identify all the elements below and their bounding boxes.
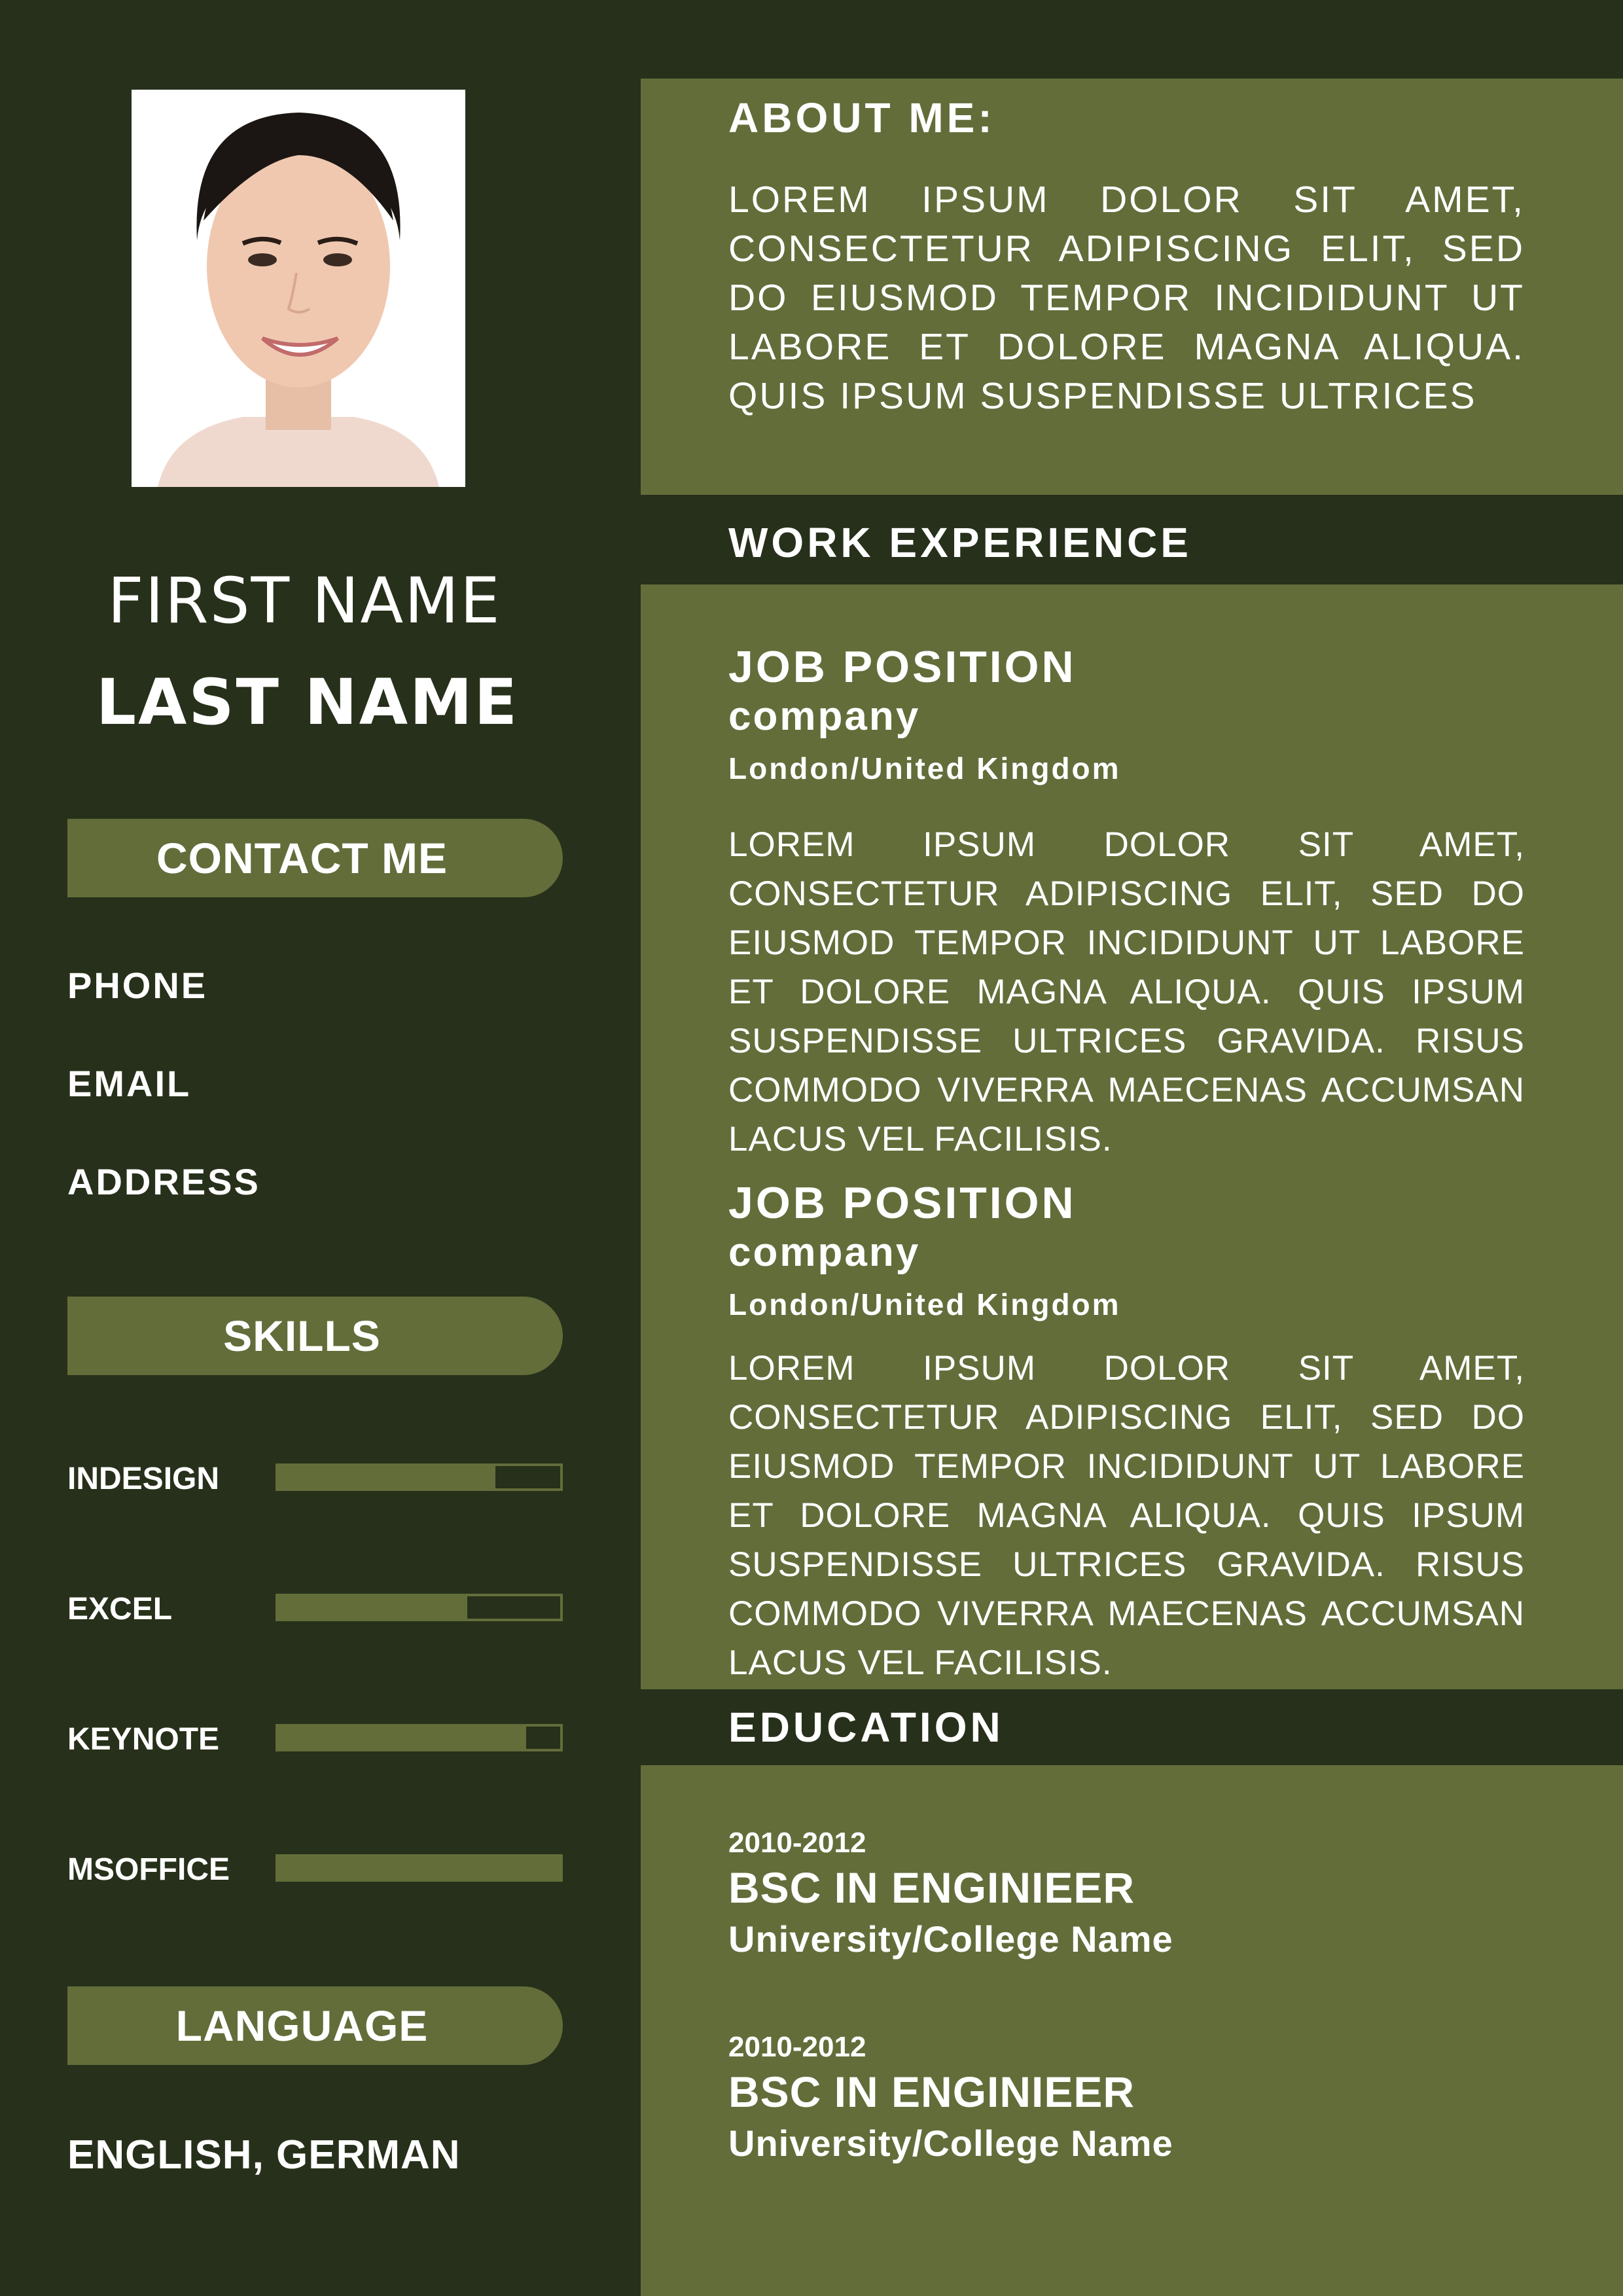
skills-section-header: SKILLS [67,1297,563,1375]
skills-heading: SKILLS [223,1312,381,1360]
job-title: JOB POSITION [728,1178,1077,1228]
skill-fill [278,1596,467,1619]
skill-fill [278,1727,527,1749]
job-description: LOREM IPSUM DOLOR SIT AMET, CONSECTETUR … [728,1349,1525,1682]
skill-fill [278,1466,495,1488]
job-title: JOB POSITION [728,642,1077,692]
education-years: 2010-2012 [728,2031,866,2063]
last-name: LAST NAME [96,666,520,739]
education-school: University/College Name [728,2123,1173,2164]
work-experience-heading: WORK EXPERIENCE [728,519,1192,566]
contact-email: EMAIL [67,1063,192,1104]
job-company: company [728,694,921,739]
languages-list: ENGLISH, GERMAN [67,2132,461,2178]
job-company: company [728,1230,921,1275]
job-location: London/United Kingdom [728,751,1121,785]
job-description: LOREM IPSUM DOLOR SIT AMET, CONSECTETUR … [728,825,1525,1158]
skill-bar-excel [276,1594,563,1621]
skill-label-msoffice: MSOFFICE [67,1852,230,1887]
skill-fill [278,1857,560,1879]
education-heading: EDUCATION [728,1704,1004,1751]
contact-section-header: CONTACT ME [67,819,563,897]
skill-label-excel: EXCEL [67,1592,173,1626]
skill-bar-indesign [276,1463,563,1491]
education-degree: BSC IN ENGINIEER [728,2068,1135,2116]
education-school: University/College Name [728,1918,1173,1960]
about-text: LOREM IPSUM DOLOR SIT AMET, CONSECTETUR … [728,179,1525,417]
skill-label-keynote: KEYNOTE [67,1722,220,1757]
education-years: 2010-2012 [728,1827,866,1859]
education-degree: BSC IN ENGINIEER [728,1863,1135,1912]
first-name: FIRST NAME [107,564,501,637]
contact-heading: CONTACT ME [156,834,448,882]
skill-bar-keynote [276,1724,563,1751]
skill-bar-msoffice [276,1854,563,1882]
contact-address: ADDRESS [67,1161,260,1202]
skill-label-indesign: INDESIGN [67,1462,220,1496]
contact-phone: PHONE [67,965,208,1006]
job-location: London/United Kingdom [728,1287,1121,1321]
language-section-header: LANGUAGE [67,1986,563,2065]
profile-photo [132,90,465,487]
about-heading: ABOUT ME: [728,94,995,141]
language-heading: LANGUAGE [175,2001,429,2050]
